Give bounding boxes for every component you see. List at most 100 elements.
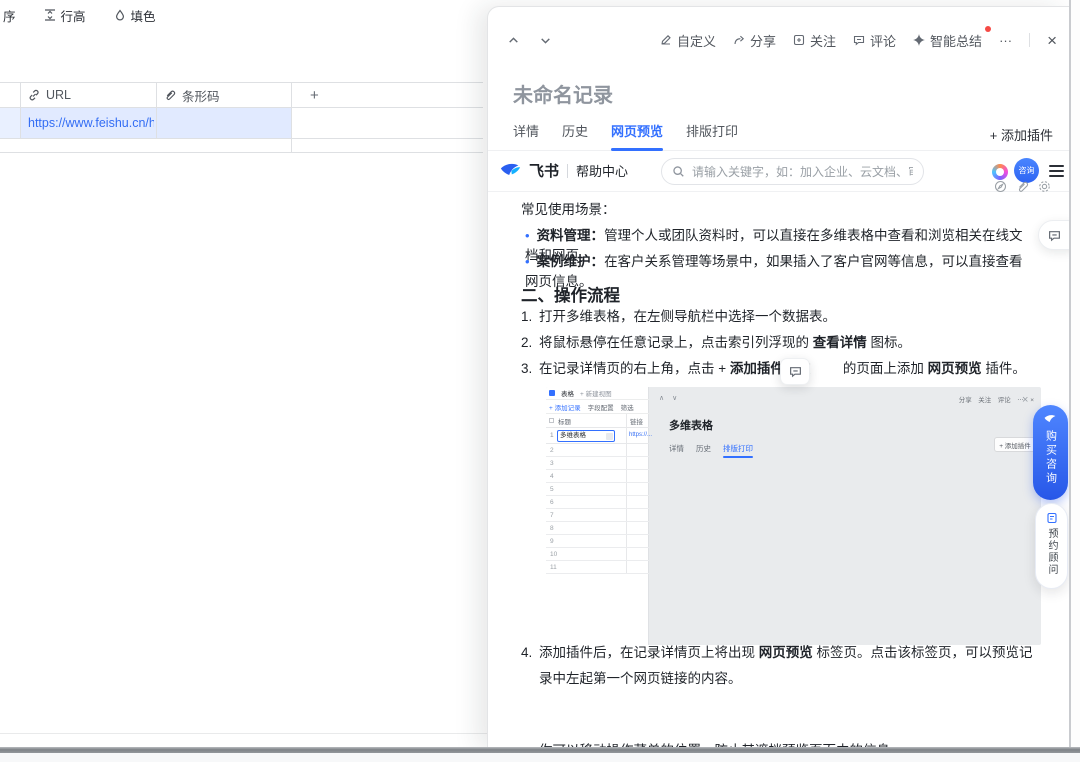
sort-label: 序 (3, 9, 16, 24)
preview-operation-menu (994, 180, 1051, 193)
row1-url-link[interactable]: https://www.feishu.cn/h... (28, 116, 154, 130)
step-number: 3. (521, 361, 533, 376)
share-button[interactable]: 分享 (733, 31, 776, 50)
buy-consult-button[interactable]: 购买咨询 (1033, 405, 1068, 500)
comment-bubble-icon (789, 367, 801, 378)
customize-button[interactable]: 自定义 (660, 31, 716, 50)
search-input[interactable] (661, 158, 924, 185)
next-record-button[interactable] (534, 29, 556, 51)
bullet-term: 资料管理： (536, 228, 605, 243)
step-number: 4. (521, 645, 533, 660)
mini-toolbar: + 添加记录 字段配置 筛选 (546, 400, 649, 414)
web-preview-frame: 飞书 帮助中心 咨询 常见使用场景： •资料管理：管理个人或团队 (488, 151, 1069, 749)
step-number: 1. (521, 309, 533, 324)
smart-summary-button[interactable]: 智能总结 (913, 25, 992, 50)
mini-view-tab: 表格 (561, 391, 574, 398)
fill-color-button[interactable]: 填色 (114, 6, 156, 25)
mini-table-row: 5 (546, 483, 649, 496)
settings-gear-icon[interactable] (1038, 180, 1051, 193)
paperclip-icon (166, 90, 176, 100)
app-window: 序 行高 填色 URL 条形码 + https://www.feishu.cn/… (0, 0, 1080, 762)
mini-checkbox (549, 418, 554, 423)
mini-table-row: 3 (546, 457, 649, 470)
follow-button[interactable]: 关注 (793, 31, 836, 50)
step-2: 2. 将鼠标悬停在任意记录上，点击索引列浮现的 查看详情 图标。 (521, 330, 1033, 356)
book-consultant-label: 预约顾问 (1046, 528, 1057, 576)
mini-grid-icon (549, 390, 555, 396)
barcode-column-header[interactable]: 条形码 (157, 82, 292, 108)
row-height-label: 行高 (60, 9, 86, 24)
tab-history[interactable]: 历史 (562, 121, 588, 151)
add-column-button[interactable]: + (292, 82, 483, 108)
url-column-header[interactable]: URL (21, 82, 157, 108)
open-in-browser-icon[interactable] (994, 180, 1007, 193)
fill-color-label: 填色 (130, 9, 156, 24)
follow-label: 关注 (810, 33, 837, 49)
row1-barcode-cell[interactable] (157, 108, 292, 139)
mini-edit-cell: 多维表格 (557, 430, 615, 442)
mini-nav-chevrons: ∧ ∨ (659, 395, 681, 402)
customize-label: 自定义 (676, 33, 716, 49)
steps-list: 1. 打开多维表格，在左侧导航栏中选择一个数据表。 2. 将鼠标悬停在任意记录上，点… (521, 304, 1033, 382)
comment-icon (853, 35, 865, 46)
book-consultant-button[interactable]: 预约顾问 (1035, 503, 1068, 589)
tab-print[interactable]: 排版打印 (686, 121, 738, 151)
feishu-logo (500, 163, 521, 175)
index-column-header[interactable] (0, 82, 21, 108)
mini-record-title: 多维表格 (669, 420, 713, 432)
panel-actions: 自定义 分享 关注 评论 智能总结 ··· × (660, 25, 1057, 50)
tab-web-preview[interactable]: 网页预览 (611, 121, 664, 151)
add-record-row-right (292, 139, 483, 153)
add-plugin-button[interactable]: + 添加插件 (990, 125, 1053, 144)
feishu-logo-white (1044, 415, 1056, 422)
mini-table-row: 8 (546, 522, 649, 535)
more-button[interactable]: ··· (999, 33, 1012, 48)
dismiss-float-button[interactable]: × (1022, 394, 1028, 406)
row-height-button[interactable]: 行高 (44, 6, 86, 25)
step-number: 2. (521, 335, 533, 350)
pencil-icon (661, 35, 671, 45)
helpcenter-header: 飞书 帮助中心 咨询 (488, 151, 1069, 192)
search-icon (673, 166, 684, 177)
floating-comment-button[interactable] (780, 358, 810, 385)
mini-new-view: + 新建视图 (580, 391, 612, 398)
sort-button[interactable]: 序 (3, 6, 16, 25)
sparkle-icon (913, 34, 926, 46)
mini-table-rows: 2 3 4 5 6 7 8 9 10 11 (546, 444, 649, 574)
brand-row: 飞书 帮助中心 (500, 160, 628, 181)
mini-detail-panel: ∧ ∨ 分享 关注 评论 ⋯ × 多维表格 详情 历史 排版打印 + 添加插件 (649, 387, 1041, 645)
hamburger-menu-icon[interactable] (1049, 165, 1064, 177)
bullet-dot: • (525, 254, 530, 269)
tab-detail[interactable]: 详情 (513, 121, 539, 151)
section-title: 二、操作流程 (521, 287, 620, 305)
table-toolbar: 序 行高 填色 (0, 0, 487, 30)
mini-table-header: 标题 链接 (546, 414, 649, 428)
record-title[interactable]: 未命名记录 (513, 79, 613, 108)
comment-pill-button[interactable] (1038, 220, 1069, 250)
copy-link-icon[interactable] (1016, 180, 1029, 193)
add-record-row[interactable] (0, 139, 292, 153)
smart-summary-label: 智能总结 (930, 33, 983, 49)
add-column-label: + (310, 86, 319, 104)
close-panel-button[interactable]: × (1047, 32, 1057, 49)
panel-toolbar: 自定义 分享 关注 评论 智能总结 ··· × (502, 25, 1057, 53)
site-name[interactable]: 帮助中心 (576, 161, 628, 180)
toolbar-divider (1029, 33, 1031, 47)
row1-url-cell[interactable]: https://www.feishu.cn/h... (21, 108, 157, 139)
mini-table-row: 7 (546, 509, 649, 522)
row1-extra-cell (292, 108, 483, 139)
row1-index-cell[interactable] (0, 108, 21, 139)
mini-table-row: 2 (546, 444, 649, 457)
help-search (661, 158, 924, 185)
brand-name[interactable]: 飞书 (529, 160, 559, 181)
record-nav (502, 29, 556, 51)
comment-bubble-icon (1049, 230, 1060, 241)
table-bottom-divider (0, 733, 487, 734)
comment-button[interactable]: 评论 (853, 31, 896, 50)
window-right-margin (1071, 0, 1080, 762)
share-icon (734, 35, 745, 45)
ai-assistant-icon[interactable] (992, 164, 1008, 180)
notification-dot (985, 25, 992, 32)
mini-table-row: 4 (546, 470, 649, 483)
previous-record-button[interactable] (502, 29, 524, 51)
